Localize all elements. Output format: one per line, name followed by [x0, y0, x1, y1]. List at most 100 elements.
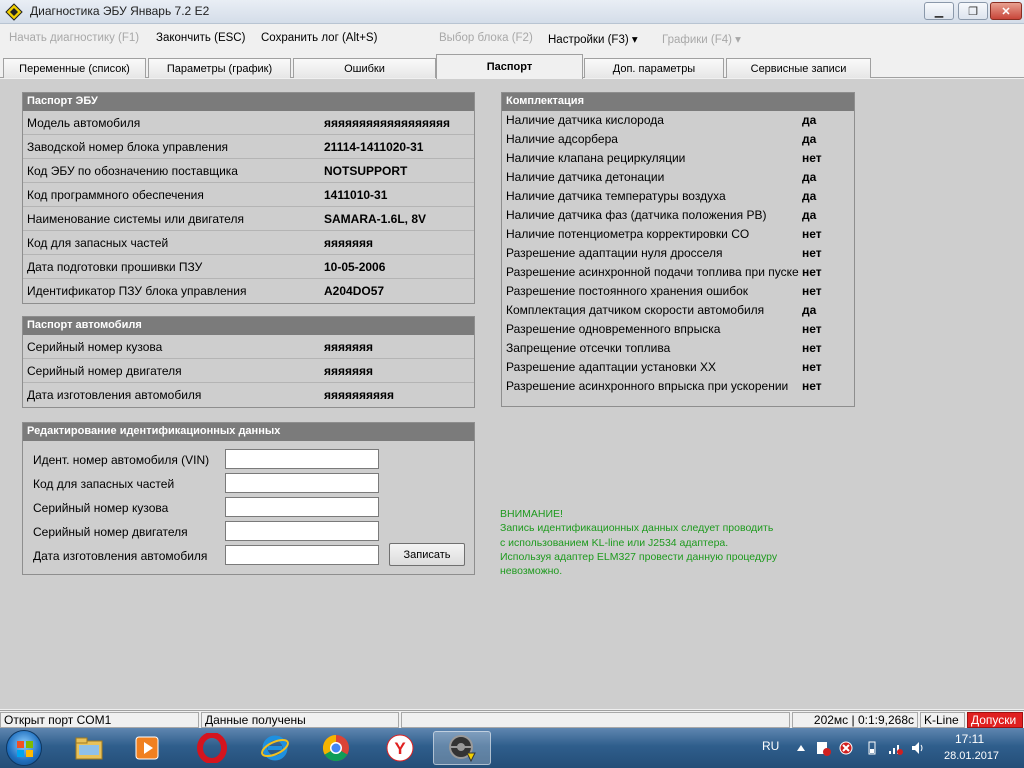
- start-button[interactable]: [6, 730, 42, 766]
- edit-ids-panel: Редактирование идентификационных данных …: [22, 422, 475, 575]
- yandex-icon: Y: [386, 734, 414, 762]
- row-label: Идентификатор ПЗУ блока управления: [27, 284, 247, 298]
- taskbar-chrome[interactable]: [313, 731, 359, 765]
- clock-time[interactable]: 17:11: [955, 732, 984, 746]
- list-item: Наличие датчика детонации да: [502, 168, 854, 187]
- tab-passport[interactable]: Паспорт: [436, 54, 583, 79]
- spare-parts-code-input[interactable]: [225, 473, 379, 493]
- item-value: нет: [802, 227, 822, 241]
- tab-variables-list[interactable]: Переменные (список): [3, 58, 146, 78]
- row-label: Дата изготовления автомобиля: [27, 388, 202, 402]
- tab-bar: Переменные (список) Параметры (график) О…: [0, 54, 1024, 79]
- row-label: Код ЭБУ по обозначению поставщика: [27, 164, 238, 178]
- table-row: Дата изготовления автомобиля яяяяяяяяяя: [23, 383, 474, 407]
- list-item: Разрешение адаптации нуля дросселя нет: [502, 244, 854, 263]
- item-label: Комплектация датчиком скорости автомобил…: [506, 303, 765, 317]
- table-row: Идентификатор ПЗУ блока управления A204DO…: [23, 279, 474, 303]
- form-row: Идент. номер автомобиля (VIN): [23, 447, 474, 471]
- taskbar-ecu-diagnostic[interactable]: [433, 731, 491, 765]
- tray-expand-icon[interactable]: [793, 740, 809, 756]
- ecu-diagnostic-icon: [449, 735, 476, 763]
- write-button[interactable]: Записать: [389, 543, 465, 566]
- volume-icon[interactable]: [910, 740, 926, 756]
- taskbar: Y RU 17:11 28.01.2017: [0, 728, 1024, 768]
- item-value: нет: [802, 151, 822, 165]
- warning-line: с использованием KL-line или J2534 адапт…: [500, 536, 729, 549]
- taskbar-opera[interactable]: [189, 731, 235, 765]
- minimize-button[interactable]: ▁: [924, 2, 954, 20]
- window-title: Диагностика ЭБУ Январь 7.2 E2: [30, 4, 210, 18]
- item-label: Разрешение одновременного впрыска: [506, 322, 721, 336]
- row-value: NOTSUPPORT: [324, 164, 408, 178]
- row-value: 10-05-2006: [324, 260, 386, 274]
- taskbar-yandex[interactable]: Y: [377, 731, 423, 765]
- taskbar-internet-explorer[interactable]: [252, 731, 298, 765]
- tab-parameters-chart[interactable]: Параметры (график): [148, 58, 291, 78]
- internet-explorer-icon: [261, 735, 289, 761]
- row-value: A204DO57: [324, 284, 385, 298]
- list-item: Наличие клапана рециркуляции нет: [502, 149, 854, 168]
- item-label: Разрешение асинхронной подачи топлива пр…: [506, 265, 799, 279]
- body-serial-input[interactable]: [225, 497, 379, 517]
- edit-ids-title: Редактирование идентификационных данных: [23, 423, 474, 441]
- item-value: нет: [802, 360, 822, 374]
- warning-line: Используя адаптер ELM327 провести данную…: [500, 550, 778, 563]
- table-row: Наименование системы или двигателя SAMARA…: [23, 207, 474, 231]
- network-icon[interactable]: [887, 740, 903, 756]
- close-icon: ✕: [1001, 5, 1011, 18]
- item-label: Наличие клапана рециркуляции: [506, 151, 686, 165]
- item-value: да: [802, 208, 817, 222]
- menu-start-diagnostics[interactable]: Начать диагностику (F1): [9, 32, 139, 44]
- clock-date[interactable]: 28.01.2017: [944, 750, 999, 762]
- restore-icon: ❐: [968, 5, 978, 18]
- item-label: Наличие потенциометра корректировки CO: [506, 227, 750, 241]
- taskbar-media-player[interactable]: [124, 731, 170, 765]
- engine-serial-label: Серийный номер двигателя: [33, 525, 188, 539]
- battery-icon[interactable]: [864, 740, 880, 756]
- manufacture-date-input[interactable]: [225, 545, 379, 565]
- menu-save-log[interactable]: Сохранить лог (Alt+S): [261, 32, 377, 44]
- warning-line: невозможно.: [500, 565, 563, 578]
- tab-service-records[interactable]: Сервисные записи: [726, 58, 871, 78]
- item-label: Разрешение асинхронного впрыска при уско…: [506, 379, 789, 393]
- menu-charts[interactable]: Графики (F4) ▾: [662, 32, 741, 46]
- menu-select-block[interactable]: Выбор блока (F2): [439, 32, 533, 44]
- chrome-icon: [322, 734, 349, 762]
- maximize-button[interactable]: ❐: [958, 2, 988, 20]
- taskbar-explorer[interactable]: [66, 731, 112, 765]
- menu-finish[interactable]: Закончить (ESC): [156, 32, 245, 44]
- car-passport-title: Паспорт автомобиля: [23, 317, 474, 335]
- table-row: Модель автомобиля яяяяяяяяяяяяяяяяяя: [23, 111, 474, 135]
- tab-errors[interactable]: Ошибки: [293, 58, 436, 78]
- item-value: да: [802, 113, 817, 127]
- table-row: Заводской номер блока управления 21114-14…: [23, 135, 474, 159]
- ecu-passport-panel: Паспорт ЭБУ Модель автомобиля яяяяяяяяяяя…: [22, 92, 475, 304]
- row-value: яяяяяяя: [324, 236, 374, 250]
- action-center-icon[interactable]: [815, 740, 831, 756]
- data-status: Данные получены: [201, 712, 399, 728]
- spare-parts-code-label: Код для запасных частей: [33, 477, 175, 491]
- form-row: Серийный номер кузова: [23, 495, 474, 519]
- list-item: Разрешение адаптации установки ХХ нет: [502, 358, 854, 377]
- tolerance-status[interactable]: Допуски: [967, 712, 1023, 728]
- security-alert-icon[interactable]: [838, 740, 854, 756]
- item-label: Наличие датчика кислорода: [506, 113, 664, 127]
- tab-extra-parameters[interactable]: Доп. параметры: [584, 58, 724, 78]
- table-row: Код для запасных частей яяяяяяя: [23, 231, 474, 255]
- table-row: Код ЭБУ по обозначению поставщика NOTSUPP…: [23, 159, 474, 183]
- vin-input[interactable]: [225, 449, 379, 469]
- language-indicator[interactable]: RU: [762, 739, 779, 753]
- item-label: Разрешение адаптации нуля дросселя: [506, 246, 723, 260]
- menu-settings[interactable]: Настройки (F3) ▾: [548, 32, 638, 46]
- item-label: Наличие адсорбера: [506, 132, 618, 146]
- row-label: Код программного обеспечения: [27, 188, 204, 202]
- manufacture-date-label: Дата изготовления автомобиля: [33, 549, 208, 563]
- opera-icon: [197, 733, 227, 763]
- close-button[interactable]: ✕: [990, 2, 1022, 20]
- item-value: нет: [802, 341, 822, 355]
- list-item: Комплектация датчиком скорости автомобил…: [502, 301, 854, 320]
- row-label: Модель автомобиля: [27, 116, 141, 130]
- row-value: яяяяяяяяяяяяяяяяяя: [324, 116, 451, 130]
- vin-label: Идент. номер автомобиля (VIN): [33, 453, 210, 467]
- engine-serial-input[interactable]: [225, 521, 379, 541]
